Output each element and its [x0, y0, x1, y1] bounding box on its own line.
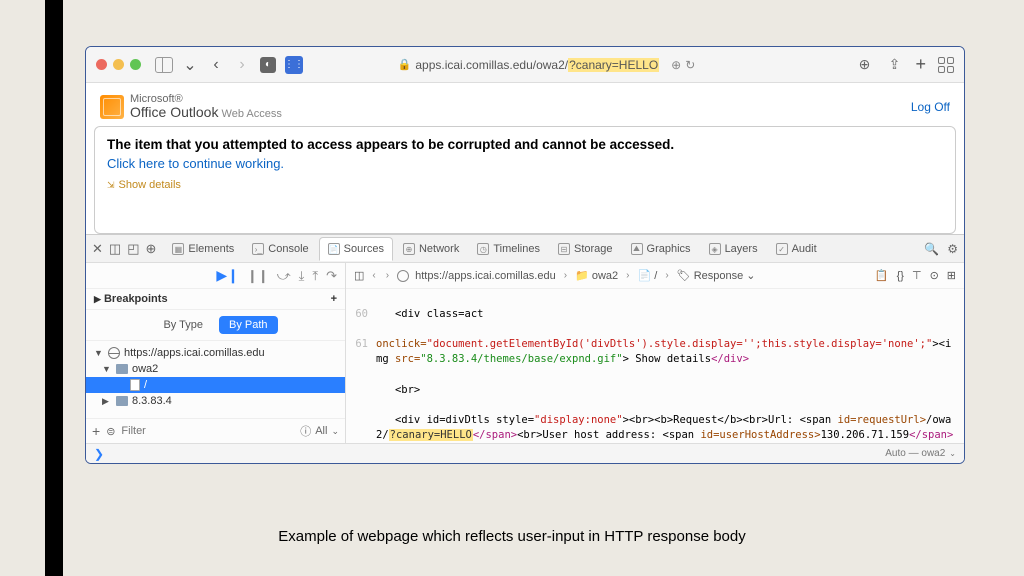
wrap-icon[interactable]: ⊙ [930, 269, 939, 282]
owa-title-main: Office Outlook [130, 104, 218, 120]
nav-back-button[interactable]: ‹ [207, 56, 225, 74]
tree-root-file[interactable]: / [86, 377, 345, 393]
tab-console[interactable]: ›_Console [244, 237, 316, 261]
add-breakpoint-button[interactable]: + [331, 293, 337, 305]
extension-icon[interactable]: ⋮⋮ [285, 56, 303, 74]
nav-forward-button[interactable]: › [233, 56, 251, 74]
folder-icon [116, 396, 128, 406]
slide-stripe [45, 0, 63, 576]
sidebar-toggle-button[interactable] [155, 56, 173, 74]
maximize-window-button[interactable] [130, 59, 141, 70]
pause-button[interactable]: ❙❙ [247, 268, 269, 284]
tab-network[interactable]: ⊕Network [395, 237, 467, 261]
minimize-window-button[interactable] [113, 59, 124, 70]
expand-icon: ⇲ [107, 180, 115, 191]
target-icon[interactable]: ⊕ [146, 241, 157, 257]
error-panel: The item that you attempted to access ap… [94, 126, 956, 234]
owa-header: Microsoft® Office Outlook Web Access Log… [86, 83, 964, 126]
owa-title-suffix: Web Access [222, 108, 282, 120]
bc-owa2[interactable]: 📁 owa2 [575, 269, 618, 282]
owa-logo: Microsoft® Office Outlook Web Access [100, 93, 282, 120]
debug-controls: ▶❙ ❙❙ ⤻ ⤓ ⤒ ↷ [86, 263, 345, 289]
bytype-pill[interactable]: By Type [153, 316, 213, 334]
figure-caption: Example of webpage which reflects user-i… [0, 528, 1024, 545]
folder-icon [116, 364, 128, 374]
browser-toolbar: ⌄ ‹ › ◐ ⋮⋮ 🔒 apps.icai.comillas.edu/owa2… [86, 47, 964, 83]
step-out-button[interactable]: ⤒ [312, 268, 318, 284]
step-over-button[interactable]: ⤻ [277, 268, 291, 284]
status-selector[interactable]: Auto — owa2⌄ [885, 448, 956, 459]
tab-timelines[interactable]: ◷Timelines [469, 237, 548, 261]
toggle-sidebar-icon[interactable]: ◫ [354, 269, 364, 282]
logoff-link[interactable]: Log Off [911, 100, 950, 114]
inspect-icon[interactable]: ◰ [127, 241, 139, 257]
bc-forward[interactable]: › [386, 270, 389, 281]
source-breadcrumb: ◫ ‹ › https://apps.icai.comillas.edu › 📁… [346, 263, 964, 289]
bc-file[interactable]: 📄 / [637, 269, 657, 282]
privacy-shield-icon[interactable]: ◐ [259, 56, 277, 74]
source-code[interactable]: 60 <div class=act 61onclick="document.ge… [346, 289, 964, 443]
add-resource-button[interactable]: + [92, 423, 100, 439]
step-into-button[interactable]: ⤓ [299, 268, 305, 284]
globe-icon [397, 270, 409, 282]
tab-storage[interactable]: ⊟Storage [550, 237, 621, 261]
tab-elements[interactable]: ▦Elements [164, 237, 242, 261]
tab-layers[interactable]: ◈Layers [701, 237, 766, 261]
filter-mode-toggle: By Type By Path [86, 310, 345, 341]
reader-icon[interactable]: ⊕ [671, 58, 681, 72]
outlook-icon [100, 95, 124, 119]
devtools-tabs: ✕ ◫ ◰ ⊕ ▦Elements ›_Console 📄Sources ⊕Ne… [86, 235, 964, 263]
lock-icon: 🔒 [398, 58, 412, 71]
filter-icon: ⊜ [106, 425, 115, 438]
browser-window: ⌄ ‹ › ◐ ⋮⋮ 🔒 apps.icai.comillas.edu/owa2… [85, 46, 965, 464]
source-tree: ▼https://apps.icai.comillas.edu ▼owa2 / … [86, 341, 345, 418]
url-text: apps.icai.comillas.edu/owa2/?canary=HELL… [415, 58, 659, 72]
share-icon[interactable]: ⇪ [885, 56, 903, 74]
copy-icon[interactable]: 📋 [875, 269, 889, 282]
bc-back[interactable]: ‹ [372, 270, 375, 281]
dropdown-chevron-icon[interactable]: ⌄ [181, 56, 199, 74]
format-icon[interactable]: ⊤ [912, 269, 922, 282]
traffic-lights [96, 59, 141, 70]
close-devtools-button[interactable]: ✕ [92, 241, 103, 257]
downloads-icon[interactable]: ⊕ [855, 56, 873, 74]
settings-gear-icon[interactable]: ⚙ [947, 242, 958, 256]
address-bar[interactable]: 🔒 apps.icai.comillas.edu/owa2/?canary=HE… [376, 58, 716, 72]
reload-button[interactable]: ↻ [685, 58, 695, 72]
devtools-statusbar: ❯ Auto — owa2⌄ [86, 443, 964, 463]
file-icon [130, 379, 140, 391]
error-heading: The item that you attempted to access ap… [107, 137, 943, 152]
expand-console-icon[interactable]: ❯ [94, 447, 104, 461]
sources-sidebar: ▶❙ ❙❙ ⤻ ⤓ ⤒ ↷ ▶ Breakpoints + By Type By… [86, 263, 346, 443]
filter-all-dropdown[interactable]: ⓘAll⌄ [300, 423, 339, 439]
continue-link[interactable]: Click here to continue working. [107, 156, 284, 171]
devtools-panel: ✕ ◫ ◰ ⊕ ▦Elements ›_Console 📄Sources ⊕Ne… [86, 234, 964, 463]
tree-root[interactable]: ▼https://apps.icai.comillas.edu [86, 345, 345, 361]
tab-graphics[interactable]: ⛰Graphics [623, 237, 699, 261]
tab-sources[interactable]: 📄Sources [319, 237, 393, 261]
source-main: ◫ ‹ › https://apps.icai.comillas.edu › 📁… [346, 263, 964, 443]
more-icon[interactable]: ⊞ [947, 269, 956, 282]
tab-audit[interactable]: ✓Audit [768, 237, 825, 261]
tree-owa2[interactable]: ▼owa2 [86, 361, 345, 377]
bc-response[interactable]: 🏷 Response ⌄ [677, 269, 756, 282]
new-tab-button[interactable]: + [915, 54, 926, 75]
resume-button[interactable]: ▶❙ [216, 267, 239, 284]
filter-row: + ⊜ ⓘAll⌄ [86, 418, 345, 443]
search-icon[interactable]: 🔍 [924, 242, 939, 256]
tab-overview-button[interactable] [938, 57, 954, 73]
tree-ip-folder[interactable]: ▶8.3.83.4 [86, 393, 345, 409]
bypath-pill[interactable]: By Path [219, 316, 278, 334]
filter-input[interactable] [121, 425, 294, 437]
dock-icon[interactable]: ◫ [109, 241, 121, 257]
close-window-button[interactable] [96, 59, 107, 70]
show-details-toggle[interactable]: ⇲ Show details [107, 179, 943, 191]
globe-icon [108, 347, 120, 359]
braces-icon[interactable]: {} [897, 270, 904, 282]
bc-host[interactable]: https://apps.icai.comillas.edu [415, 270, 556, 282]
step-button[interactable]: ↷ [326, 268, 337, 284]
breakpoints-header[interactable]: ▶ Breakpoints + [86, 289, 345, 310]
